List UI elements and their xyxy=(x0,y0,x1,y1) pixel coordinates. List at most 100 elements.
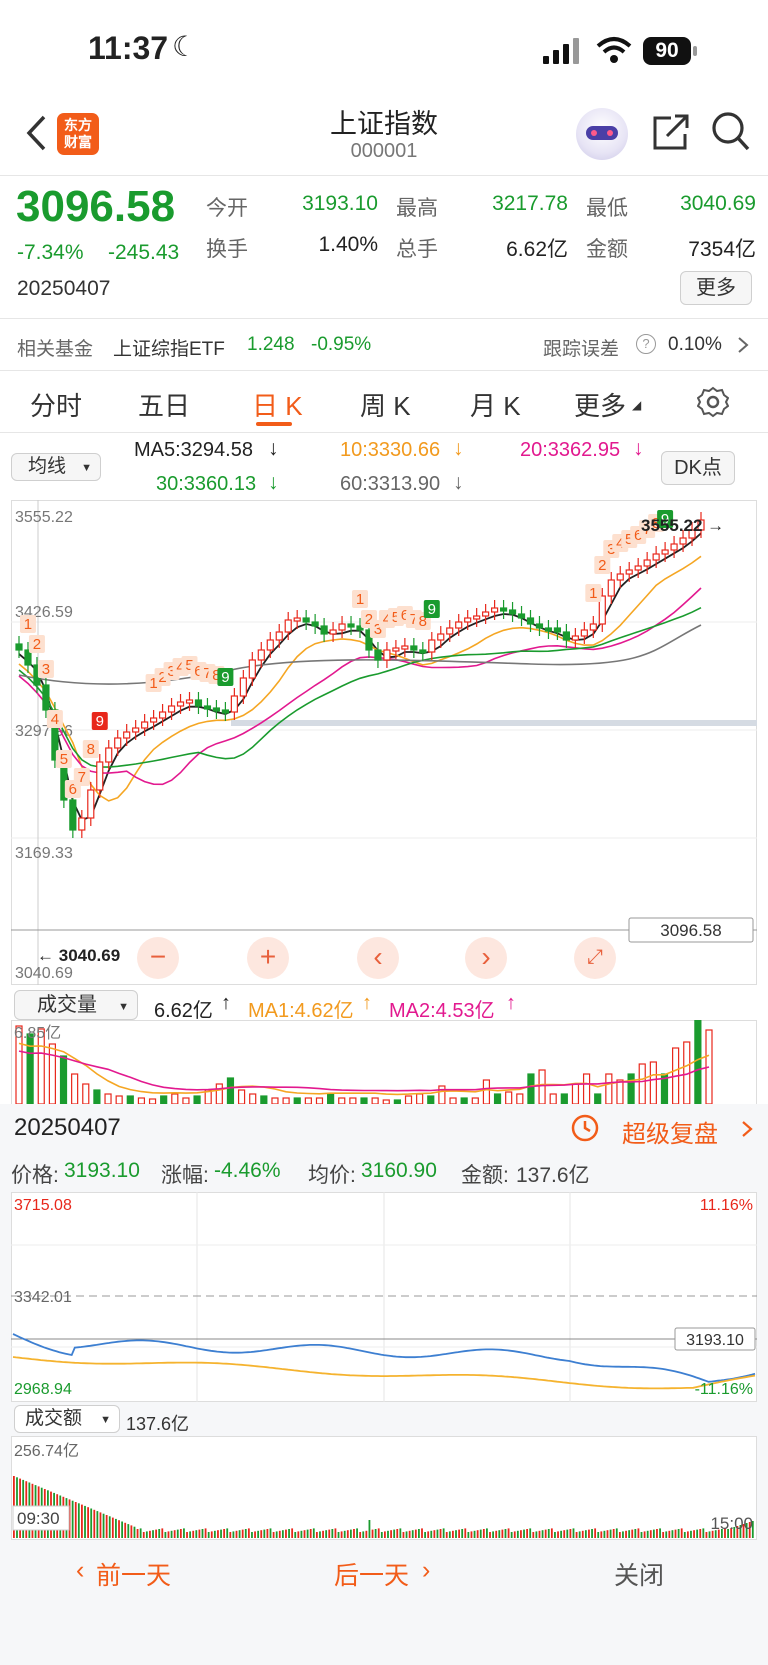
zoom-in-button[interactable]: + xyxy=(247,937,289,979)
fund-label: 相关基金 xyxy=(17,339,94,360)
amount-bar xyxy=(421,1528,423,1538)
search-icon[interactable] xyxy=(710,110,750,152)
settings-icon[interactable] xyxy=(697,386,729,418)
nine-turn-label: 9 xyxy=(221,669,229,686)
volume-bar xyxy=(582,1073,591,1104)
tab-monthly-k[interactable]: 月 K xyxy=(470,386,521,423)
amount-bar xyxy=(442,1528,445,1538)
amount-bar xyxy=(108,1516,111,1538)
tab-more[interactable]: 更多 xyxy=(574,386,626,423)
amount-bar xyxy=(683,1532,686,1538)
turnover-value: 1.40% xyxy=(318,233,378,256)
kline-price-tag: 3096.58 xyxy=(660,921,721,940)
amount-bar xyxy=(275,1531,278,1538)
intraday-y-max: 3715.08 xyxy=(14,1197,72,1214)
zoom-out-button[interactable]: − xyxy=(137,937,179,979)
amount-bar xyxy=(380,1532,383,1538)
battery-level: 90 xyxy=(655,39,679,62)
intraday-chart[interactable]: 3715.08 3342.01 2968.94 11.16% -11.16% 3… xyxy=(11,1192,757,1402)
amount-bar xyxy=(690,1530,692,1538)
kline-candle xyxy=(123,731,131,739)
amount-bar xyxy=(387,1530,389,1538)
volume-header: 成交量 ▼ 6.62亿 ↑ MA1:4.62亿 ↑ MA2:4.53亿 ↑ xyxy=(0,988,768,1022)
amount-bar xyxy=(535,1531,538,1538)
volume-ma2: MA2:4.53亿 xyxy=(389,1000,495,1022)
amount-bar xyxy=(325,1530,328,1538)
replay-price-label: 价格: xyxy=(11,1164,59,1187)
amount-chart: 256.74亿 09:30 15:00 xyxy=(11,1436,757,1540)
amount-bar xyxy=(495,1530,498,1538)
amount-bar xyxy=(455,1530,457,1538)
kline-candle xyxy=(266,639,274,651)
amount-selector[interactable]: 成交额 ▼ xyxy=(14,1405,120,1433)
amount-bar xyxy=(77,1503,80,1538)
ma10-arrow-icon: ↓ xyxy=(453,437,464,460)
amount-bar xyxy=(149,1530,151,1538)
amount-bar xyxy=(405,1531,408,1538)
kline-candle xyxy=(311,621,319,627)
amount-bar xyxy=(176,1529,179,1538)
fullscreen-button[interactable]: ⤢ xyxy=(574,937,616,979)
amount-bar xyxy=(640,1532,643,1538)
more-button[interactable]: 更多 xyxy=(680,271,752,305)
amount-bar xyxy=(513,1531,516,1538)
amount-bar xyxy=(504,1529,507,1538)
amount-bar xyxy=(476,1530,479,1538)
tab-intraday[interactable]: 分时 xyxy=(30,386,82,423)
tab-more-caret-icon: ◢ xyxy=(632,398,642,412)
amount-bar xyxy=(328,1529,331,1538)
ma-selector[interactable]: 均线 ▼ xyxy=(11,453,101,481)
amount-bar xyxy=(167,1531,170,1538)
bottom-actions: ‹ 前一天 后一天 › 关闭 xyxy=(0,1548,768,1598)
amount-bar xyxy=(671,1530,674,1538)
amount-bar xyxy=(226,1528,229,1538)
amount-bar xyxy=(665,1531,668,1538)
dk-point-button[interactable]: DK点 xyxy=(661,451,735,485)
nine-turn-label: 1 xyxy=(24,616,32,633)
amount-bar xyxy=(291,1528,294,1538)
amount-bar xyxy=(489,1532,491,1538)
amount-bar xyxy=(584,1530,587,1538)
amount-bar xyxy=(340,1531,343,1538)
amount-bar xyxy=(646,1530,649,1538)
volume-bar xyxy=(59,1055,68,1104)
tab-five-day[interactable]: 五日 xyxy=(138,386,190,423)
amount-bar xyxy=(448,1531,451,1538)
kline-candle xyxy=(437,633,445,641)
open-value: 3193.10 xyxy=(302,192,378,215)
amount-bar xyxy=(656,1529,658,1538)
volume-bar xyxy=(26,1033,34,1104)
super-replay-link[interactable]: 超级复盘 xyxy=(622,1114,718,1149)
tab-daily-k[interactable]: 日 K xyxy=(252,386,303,423)
history-clock-icon[interactable] xyxy=(570,1113,600,1143)
volume-bar xyxy=(48,1043,56,1104)
kline-chart[interactable]: 3555.22 3426.59 3297.96 3169.33 3040.69 … xyxy=(11,500,757,985)
amount-bar xyxy=(105,1515,108,1538)
amount-bar xyxy=(294,1532,297,1538)
related-fund-row[interactable]: 相关基金 上证综指ETF 1.248 -0.95% 跟踪误差 ? 0.10% xyxy=(0,320,768,368)
prev-day-button[interactable]: 前一天 xyxy=(96,1556,171,1592)
amount-bar xyxy=(581,1530,584,1538)
kline-candle xyxy=(293,617,301,622)
amount-bar xyxy=(118,1520,120,1538)
volume-max: 6.85亿 xyxy=(14,1024,61,1042)
intraday-y-mid: 3342.01 xyxy=(14,1289,72,1306)
amount-bar xyxy=(93,1509,96,1538)
share-icon[interactable] xyxy=(651,112,691,152)
scroll-left-button[interactable]: ‹ xyxy=(357,937,399,979)
close-button[interactable]: 关闭 xyxy=(614,1556,664,1592)
next-day-button[interactable]: 后一天 xyxy=(334,1556,409,1592)
volume-bar xyxy=(237,1089,246,1104)
kline-candle xyxy=(625,569,633,575)
scroll-right-button[interactable]: › xyxy=(465,937,507,979)
amount-bar xyxy=(139,1528,142,1538)
tab-weekly-k[interactable]: 周 K xyxy=(360,386,411,423)
fund-price: 1.248 xyxy=(247,334,295,355)
help-icon[interactable]: ? xyxy=(636,334,656,354)
amount-bar xyxy=(597,1532,600,1538)
assistant-avatar[interactable] xyxy=(576,108,628,160)
amount-bar xyxy=(232,1531,235,1538)
amount-bar xyxy=(532,1532,535,1538)
fund-change: -0.95% xyxy=(311,334,372,355)
volume-selector[interactable]: 成交量 ▼ xyxy=(14,990,138,1020)
